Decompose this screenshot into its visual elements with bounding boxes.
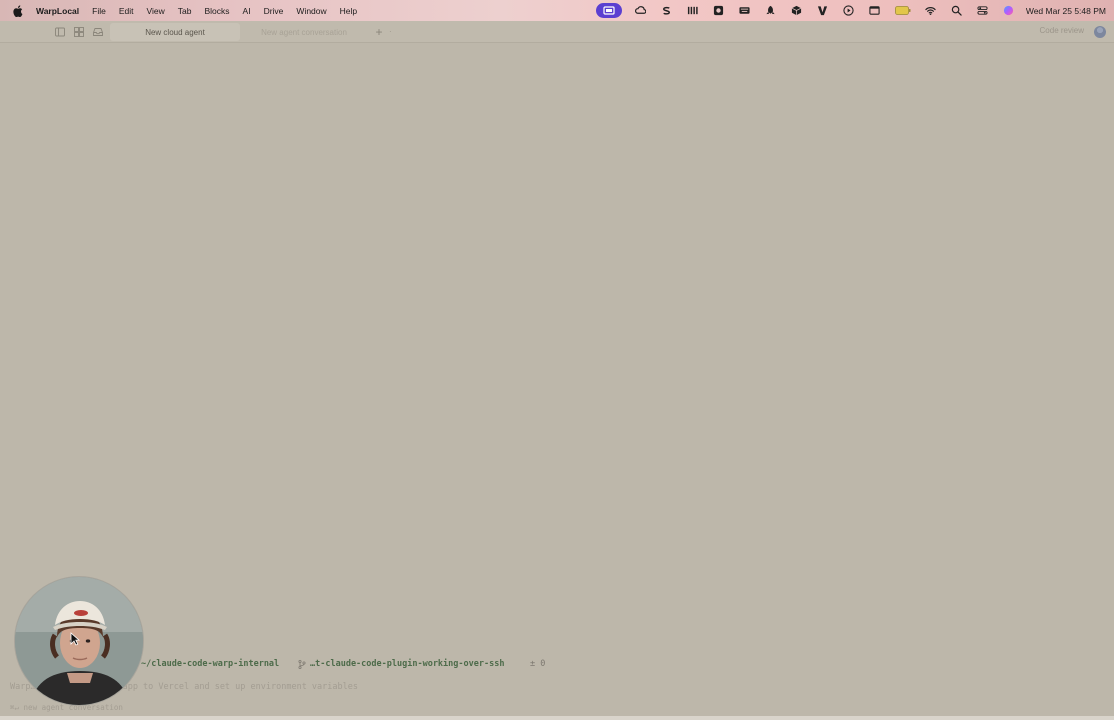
menu-file[interactable]: File [92, 6, 106, 16]
window-icon[interactable] [868, 4, 882, 18]
profile-avatar[interactable] [1094, 26, 1106, 38]
git-branch-icon [298, 659, 307, 669]
apple-menu-icon[interactable] [12, 4, 24, 18]
wifi-icon[interactable] [924, 4, 938, 18]
new-tab-button[interactable]: + [372, 25, 386, 39]
keyboard-icon[interactable] [738, 4, 752, 18]
git-branch-name: …t-claude-code-plugin-working-over-ssh [310, 659, 505, 669]
working-directory[interactable]: ~/claude-code-warp-internal [141, 659, 279, 669]
mouse-cursor-icon [70, 632, 80, 646]
menu-ai[interactable]: AI [243, 6, 251, 16]
window-bottom-edge [0, 716, 1114, 720]
menu-window[interactable]: Window [296, 6, 326, 16]
prompt-context-line: ~/claude-code-warp-internal …t-claude-co… [0, 656, 1114, 672]
menu-bar-clock[interactable]: Wed Mar 25 5:48 PM [1026, 6, 1106, 16]
creative-cloud-icon[interactable] [634, 4, 648, 18]
tab-bar: New cloud agent New agent conversation +… [0, 21, 1114, 43]
menu-blocks[interactable]: Blocks [205, 6, 230, 16]
tab-label: New agent conversation [261, 27, 347, 37]
tab-new-agent-conversation[interactable]: New agent conversation [245, 23, 363, 41]
menu-edit[interactable]: Edit [119, 6, 134, 16]
menu-view[interactable]: View [147, 6, 165, 16]
battery-icon[interactable] [894, 4, 912, 18]
search-icon[interactable] [950, 4, 964, 18]
sidebar-toggle-icon[interactable] [54, 26, 66, 38]
git-diff-count[interactable]: ± 0 [530, 659, 545, 669]
grid-view-icon[interactable] [73, 26, 85, 38]
menu-drive[interactable]: Drive [264, 6, 284, 16]
control-center-icon[interactable] [976, 4, 990, 18]
tab-menu-icon[interactable]: · [389, 27, 392, 36]
tab-new-cloud-agent[interactable]: New cloud agent [110, 23, 240, 41]
camera-icon[interactable] [712, 4, 726, 18]
inbox-icon[interactable] [92, 26, 104, 38]
app-menu[interactable]: WarpLocal [36, 6, 79, 16]
menu-bar: WarpLocal File Edit View Tab Blocks AI D… [0, 0, 1114, 21]
siri-icon[interactable] [1002, 4, 1016, 18]
git-branch-chip[interactable]: …t-claude-code-plugin-working-over-ssh [298, 657, 504, 671]
menu-help[interactable]: Help [340, 6, 357, 16]
screen-recording-icon[interactable] [595, 3, 622, 18]
play-circle-icon[interactable] [842, 4, 856, 18]
rocket-icon[interactable] [764, 4, 778, 18]
code-review-button[interactable]: Code review [1040, 26, 1084, 35]
tab-label: New cloud agent [145, 27, 205, 37]
stripe-icon[interactable] [660, 4, 674, 18]
menu-tab[interactable]: Tab [178, 6, 192, 16]
terminal-output-area[interactable] [8, 43, 1106, 653]
vectorworks-icon[interactable] [816, 4, 830, 18]
package-icon[interactable] [790, 4, 804, 18]
ableton-icon[interactable] [686, 4, 700, 18]
